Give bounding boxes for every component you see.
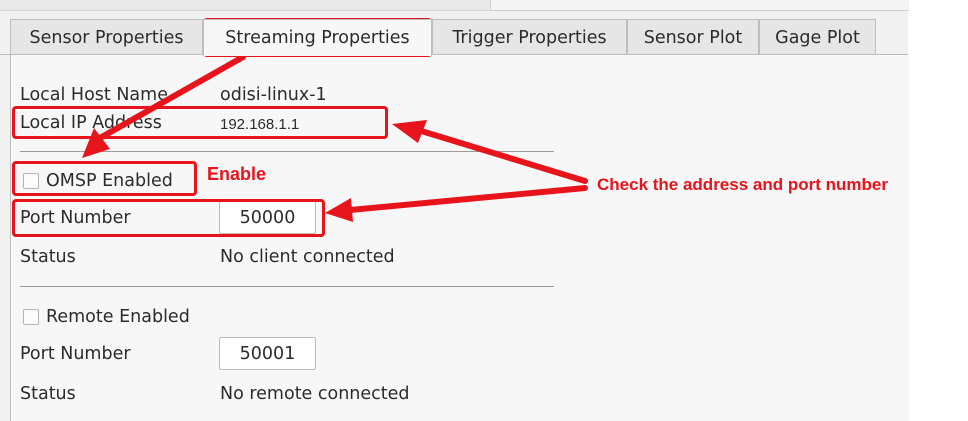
- check-annotation: Check the address and port number: [597, 175, 888, 194]
- top-strip-panel: [490, 0, 909, 11]
- remote-enabled-checkbox[interactable]: [23, 309, 39, 325]
- omsp-enabled-checkbox[interactable]: [23, 173, 39, 189]
- separator: [20, 151, 554, 152]
- tab-sensor-plot[interactable]: Sensor Plot: [627, 19, 759, 55]
- remote-enabled-label[interactable]: Remote Enabled: [46, 307, 190, 327]
- separator: [20, 286, 554, 287]
- local-ip-address-value: 192.168.1.1: [220, 116, 300, 133]
- omsp-status-label: Status: [20, 247, 76, 267]
- local-ip-address-label: Local IP Address: [20, 113, 162, 133]
- local-host-name-value: odisi-linux-1: [220, 85, 327, 105]
- streaming-properties-panel: [10, 55, 909, 421]
- tab-trigger-properties[interactable]: Trigger Properties: [432, 19, 627, 55]
- local-host-name-label: Local Host Name: [20, 85, 168, 105]
- tab-gage-plot[interactable]: Gage Plot: [759, 19, 876, 55]
- window: Sensor Properties Streaming Properties T…: [0, 0, 909, 421]
- tab-streaming-properties[interactable]: Streaming Properties: [203, 19, 432, 56]
- remote-status-value: No remote connected: [220, 384, 410, 404]
- remote-port-number-label: Port Number: [20, 344, 131, 364]
- tab-sensor-properties[interactable]: Sensor Properties: [10, 19, 203, 55]
- enable-annotation: Enable: [207, 164, 267, 184]
- omsp-enabled-label[interactable]: OMSP Enabled: [46, 171, 173, 191]
- remote-port-number-input[interactable]: 50001: [219, 337, 316, 370]
- omsp-status-value: No client connected: [220, 247, 395, 267]
- remote-status-label: Status: [20, 384, 76, 404]
- tab-bar: Sensor Properties Streaming Properties T…: [0, 19, 908, 56]
- omsp-port-number-input[interactable]: 50000: [219, 201, 316, 234]
- omsp-port-number-label: Port Number: [20, 208, 131, 228]
